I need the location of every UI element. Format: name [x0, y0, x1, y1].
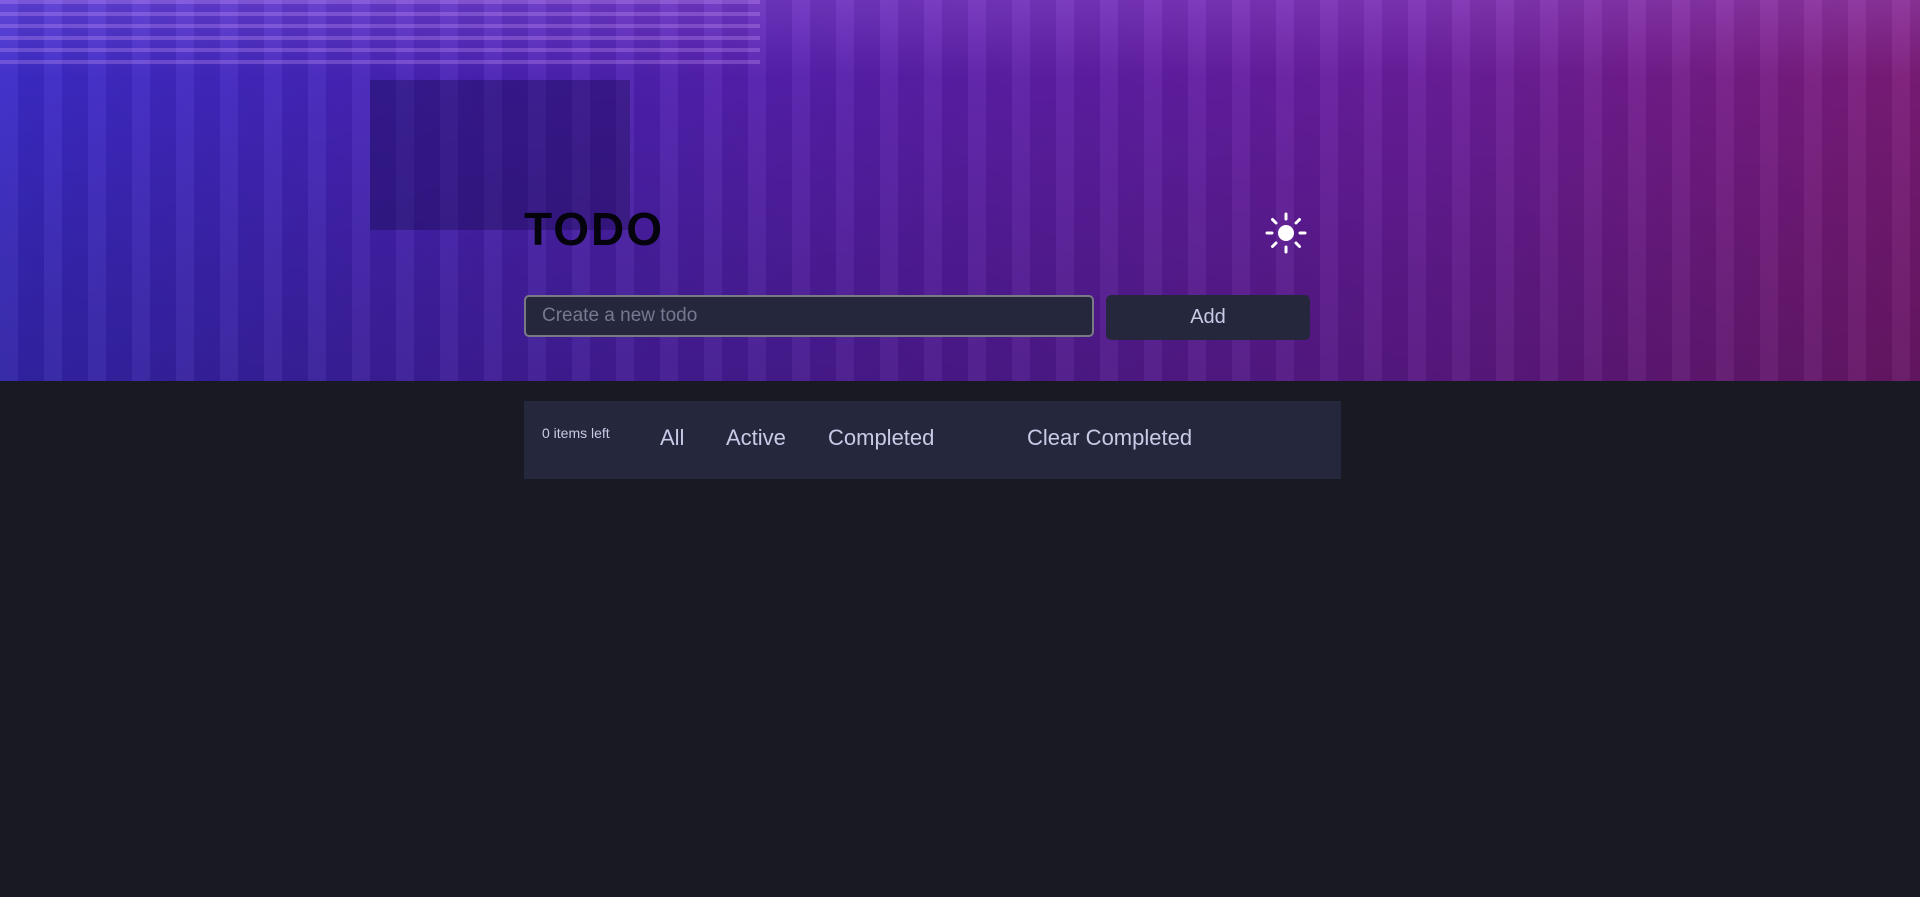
new-todo-input[interactable] [524, 295, 1094, 337]
todo-footer: 0 items left All Active Completed Clear … [524, 401, 1341, 479]
filter-active[interactable]: Active [726, 425, 786, 451]
clear-completed-button[interactable]: Clear Completed [1027, 425, 1192, 451]
add-todo-button[interactable]: Add [1106, 295, 1310, 340]
sun-icon [1265, 212, 1307, 254]
background-ceiling [0, 0, 760, 70]
page-title: TODO [524, 203, 665, 255]
filter-completed[interactable]: Completed [828, 425, 934, 451]
theme-toggle-button[interactable] [1264, 211, 1308, 255]
filter-all[interactable]: All [660, 425, 684, 451]
items-left-count: 0 items left [542, 425, 610, 441]
